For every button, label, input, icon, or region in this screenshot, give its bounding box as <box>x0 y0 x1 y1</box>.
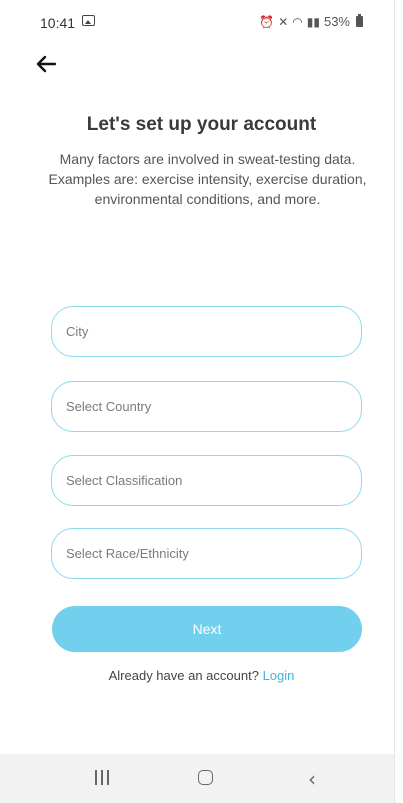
image-icon <box>82 15 95 26</box>
classification-select[interactable] <box>51 455 362 506</box>
home-icon[interactable] <box>198 770 213 785</box>
country-select[interactable] <box>51 381 362 432</box>
alarm-icon: ⏰ <box>259 14 275 29</box>
battery-percent: 53% <box>323 14 350 29</box>
login-link[interactable]: Login <box>263 668 295 683</box>
back-icon[interactable]: ‹ <box>308 767 316 791</box>
status-icons: ⏰ ✕ ◠ ▮▮ 53% <box>259 14 363 29</box>
status-time: 10:41 <box>40 15 76 31</box>
back-button[interactable] <box>34 52 62 78</box>
next-button[interactable]: Next <box>52 606 362 652</box>
city-field[interactable] <box>51 306 362 357</box>
page-title: Let's set up your account <box>86 114 317 135</box>
battery-icon <box>356 14 363 27</box>
city-input[interactable] <box>52 307 361 356</box>
account-setup-screen: 10:41 ⏰ ✕ ◠ ▮▮ 53% Let's set up your acc… <box>0 0 403 803</box>
mute-icon: ✕ <box>278 14 289 29</box>
recents-icon[interactable] <box>93 769 111 787</box>
login-prompt-text: Already have an account? <box>108 668 259 683</box>
screen-edge <box>394 0 403 803</box>
classification-input[interactable] <box>52 456 361 505</box>
wifi-icon: ◠ <box>292 14 303 29</box>
system-nav-bar: ‹ <box>0 754 395 803</box>
signal-icon: ▮▮ <box>306 14 320 29</box>
arrow-left-icon <box>36 55 57 73</box>
status-bar: 10:41 ⏰ ✕ ◠ ▮▮ 53% <box>0 0 395 44</box>
race-ethnicity-select[interactable] <box>51 528 362 579</box>
race-ethnicity-input[interactable] <box>52 529 361 578</box>
country-input[interactable] <box>52 382 361 431</box>
page-subtitle: Many factors are involved in sweat-testi… <box>48 151 367 207</box>
login-prompt-line: Already have an account? Login <box>0 668 403 683</box>
